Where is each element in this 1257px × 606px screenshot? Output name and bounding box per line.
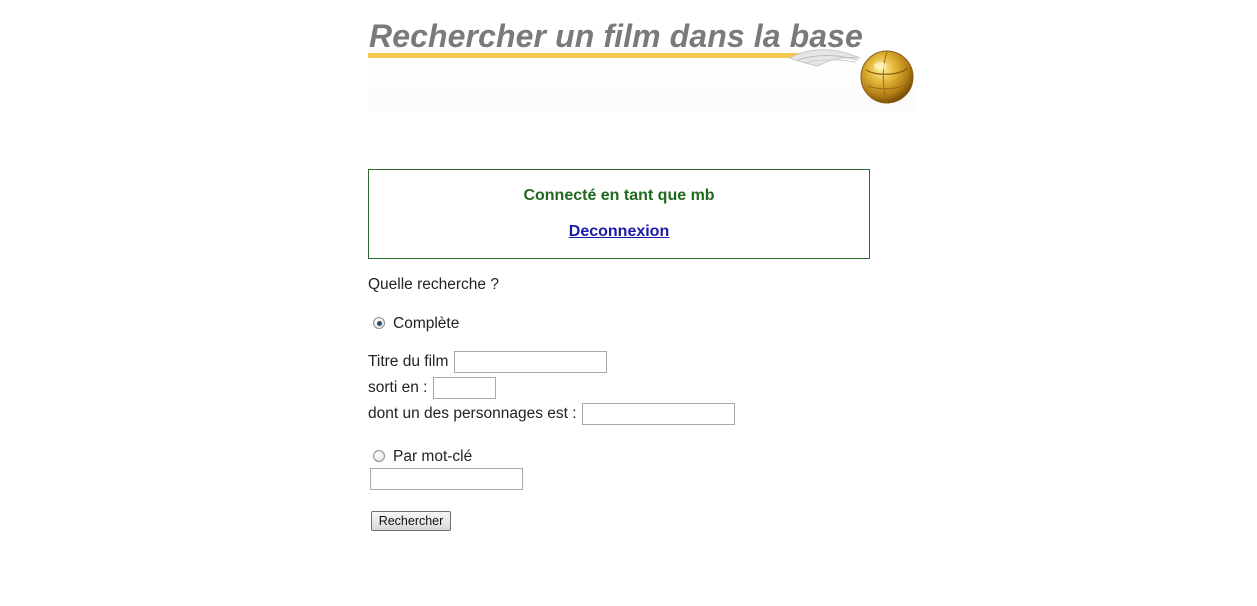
character-input[interactable] [582,403,735,425]
keyword-search-radio[interactable] [373,450,385,462]
search-question-label: Quelle recherche ? [368,276,499,293]
header-banner: Rechercher un film dans la base [368,14,916,112]
logout-link[interactable]: Deconnexion [369,223,869,241]
release-year-input[interactable] [433,377,496,399]
keyword-input[interactable] [370,468,523,490]
login-status-text: Connecté en tant que mb [523,187,715,204]
character-label: dont un des personnages est : [368,405,577,422]
golden-snitch-icon [860,50,914,104]
title-underline [368,53,808,58]
login-status-box: Connecté en tant que mb Deconnexion [368,169,870,259]
release-year-label: sorti en : [368,379,428,396]
page: Rechercher un film dans la base Connecté… [0,0,1257,606]
film-title-label: Titre du film [368,353,449,370]
complete-search-radio[interactable] [373,317,385,329]
snitch-wing-icon [788,49,861,67]
keyword-search-label: Par mot-clé [393,448,473,465]
complete-search-label: Complète [393,315,460,332]
search-button[interactable]: Rechercher [371,511,451,531]
film-title-input[interactable] [454,351,607,373]
